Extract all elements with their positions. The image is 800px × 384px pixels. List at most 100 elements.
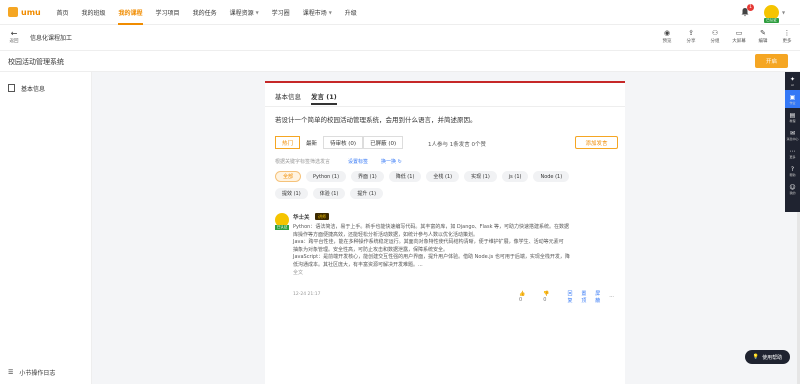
avatar[interactable]: 已认证	[275, 213, 289, 230]
breadcrumb[interactable]: 信息化课程加工	[30, 33, 72, 42]
big-screen-label: 大屏幕	[732, 39, 746, 44]
more-label: 更多	[782, 39, 792, 44]
rail-label: AI	[791, 82, 794, 87]
chip-interface[interactable]: 界面 (1)	[351, 171, 384, 182]
chip-implement[interactable]: 实现 (1)	[464, 171, 497, 182]
screen-icon: ▭	[735, 29, 743, 37]
chevron-down-icon: ▼	[255, 9, 259, 15]
sort-filter-group: 热门 最新 待审核 (0) 已屏蔽 (0)	[275, 136, 404, 149]
message-icon: ✉	[789, 129, 796, 137]
main-nav: 首页 我的班级 我的课程 学习项目 我的任务 课程资源 ▼ 学习圈 课程市场 ▼ 升…	[50, 0, 363, 25]
keyword-filter-hint: 根据关键字标签筛选发言	[275, 159, 331, 165]
rail-item-messages[interactable]: ✉ 消息中心	[785, 126, 800, 144]
like-count: 0	[519, 297, 523, 303]
chip-reduce[interactable]: 降低 (1)	[388, 171, 422, 182]
notification-count-badge: 1	[747, 4, 754, 11]
keyword-chips: 全部 Python (1) 界面 (1) 降低 (1) 全栈 (1) 实现 (1…	[275, 171, 575, 205]
post-actions: 👍 0 👎 0 回复 置顶 屏蔽 ···	[519, 290, 620, 304]
chip-experience[interactable]: 体验 (1)	[312, 188, 346, 199]
sidebar-item-label: 基本信息	[21, 85, 46, 93]
sidebar: 基本信息 ☰ 小节操作日志	[0, 72, 92, 384]
log-icon: ☰	[8, 368, 14, 376]
rail-item-ai[interactable]: ✦ AI	[785, 72, 800, 90]
nav-home[interactable]: 首页	[50, 0, 75, 25]
post-timestamp: 12-24 21:17	[293, 292, 321, 297]
participation-stats: 1人参与 1条发言 0个赞	[428, 142, 486, 148]
nav-my-course[interactable]: 我的课程	[112, 0, 149, 25]
filter-latest-button[interactable]: 最新	[300, 136, 324, 149]
chip-all[interactable]: 全部	[275, 171, 302, 182]
swap-tags-label: 换一换	[381, 159, 397, 165]
notifications-button[interactable]: 1	[740, 4, 754, 17]
preview-button[interactable]: ◉ 预览	[655, 29, 679, 44]
role-badge: 讲师	[315, 213, 329, 220]
set-tags-link[interactable]: 设置标签	[348, 158, 368, 165]
task-icon: ▣	[789, 93, 796, 101]
swap-tags-link[interactable]: 换一换 ↻	[381, 158, 402, 165]
nav-course-resources-label: 课程资源	[229, 9, 254, 17]
sidebar-item-section-log[interactable]: ☰ 小节操作日志	[0, 365, 92, 379]
nav-learning-circle[interactable]: 学习圈	[265, 0, 296, 25]
reply-link[interactable]: 回复	[567, 290, 575, 304]
rail-label: 更多	[789, 154, 796, 159]
edit-label: 编辑	[758, 39, 768, 44]
share-button[interactable]: ⇪ 分享	[679, 29, 703, 44]
eye-icon: ◉	[663, 29, 671, 37]
user-avatar[interactable]: 已认证	[764, 5, 779, 23]
filter-deleted-button[interactable]: 已屏蔽 (0)	[363, 136, 404, 149]
more-icon: ⋮	[783, 29, 791, 37]
filter-pending-button[interactable]: 待审核 (0)	[323, 136, 364, 149]
full-text-link[interactable]: 全文	[293, 270, 618, 278]
group-button[interactable]: ⚇ 分组	[703, 29, 727, 44]
tab-basic-info[interactable]: 基本信息	[275, 87, 301, 105]
more-icon[interactable]: ···	[609, 294, 614, 300]
publish-button[interactable]: 开启	[755, 54, 788, 68]
help-button[interactable]: 💡 使用帮助	[745, 350, 790, 364]
nav-course-resources[interactable]: 课程资源 ▼	[223, 0, 265, 25]
nav-upgrade[interactable]: 升级	[338, 0, 363, 25]
back-label: 返回	[9, 39, 19, 44]
user-badge: 已认证	[764, 18, 779, 23]
share-icon: ⇪	[688, 29, 694, 37]
nav-learn-project[interactable]: 学习项目	[149, 0, 186, 25]
rail-label: 我的	[789, 190, 796, 195]
rail-item-mine[interactable]: ☺ 我的	[785, 180, 800, 198]
edit-button[interactable]: ✎ 编辑	[751, 29, 775, 44]
tab-divider	[265, 106, 625, 107]
tab-discussion[interactable]: 发言 (1)	[311, 87, 337, 105]
chip-js[interactable]: js (1)	[501, 171, 529, 182]
pin-link[interactable]: 置顶	[581, 290, 589, 304]
filter-hot-button[interactable]: 热门	[275, 136, 301, 149]
chevron-down-icon[interactable]: ▼	[782, 10, 785, 15]
rail-item-tutorial[interactable]: ▤ 教程	[785, 108, 800, 126]
like-button[interactable]: 👍 0	[519, 291, 537, 303]
document-icon	[8, 84, 15, 92]
logo[interactable]: umu	[8, 7, 50, 17]
dislike-button[interactable]: 👎 0	[543, 291, 561, 303]
right-tool-rail: ✦ AI ▣ 作业 ▤ 教程 ✉ 消息中心 ⋯ 更多 ? 帮助 ☺ 我的	[785, 72, 800, 212]
sidebar-item-basic-info[interactable]: 基本信息	[0, 80, 92, 96]
chip-fullstack[interactable]: 全栈 (1)	[426, 171, 460, 182]
more-button[interactable]: ⋮ 更多	[775, 29, 799, 44]
nav-my-class[interactable]: 我的班级	[75, 0, 112, 25]
big-screen-button[interactable]: ▭ 大屏幕	[727, 29, 751, 44]
nav-my-task[interactable]: 我的任务	[186, 0, 223, 25]
refresh-icon: ↻	[397, 159, 402, 165]
group-icon: ⚇	[711, 29, 719, 37]
toolbar-actions: ◉ 预览 ⇪ 分享 ⚇ 分组 ▭ 大屏幕 ✎ 编辑 ⋮ 更多	[655, 29, 799, 44]
chip-node[interactable]: Node (1)	[533, 171, 570, 182]
chip-improve[interactable]: 提升 (1)	[350, 188, 384, 199]
nav-course-market[interactable]: 课程市场 ▼	[296, 0, 338, 25]
hide-link[interactable]: 屏蔽	[595, 290, 603, 304]
chip-efficiency[interactable]: 提效 (1)	[275, 188, 308, 199]
post-author[interactable]: 华士关	[293, 213, 310, 221]
course-toolbar: ← 返回 信息化课程加工 ◉ 预览 ⇪ 分享 ⚇ 分组 ▭ 大屏幕 ✎ 编辑 ⋮ 更多	[0, 25, 800, 51]
share-label: 分享	[686, 39, 696, 44]
more-icon: ⋯	[789, 147, 796, 155]
add-post-button[interactable]: 添加发言	[575, 136, 618, 149]
back-button[interactable]: ← 返回	[8, 30, 20, 45]
chip-python[interactable]: Python (1)	[306, 171, 347, 182]
rail-item-task[interactable]: ▣ 作业	[785, 90, 800, 108]
rail-item-help[interactable]: ? 帮助	[785, 162, 800, 180]
rail-item-more[interactable]: ⋯ 更多	[785, 144, 800, 162]
